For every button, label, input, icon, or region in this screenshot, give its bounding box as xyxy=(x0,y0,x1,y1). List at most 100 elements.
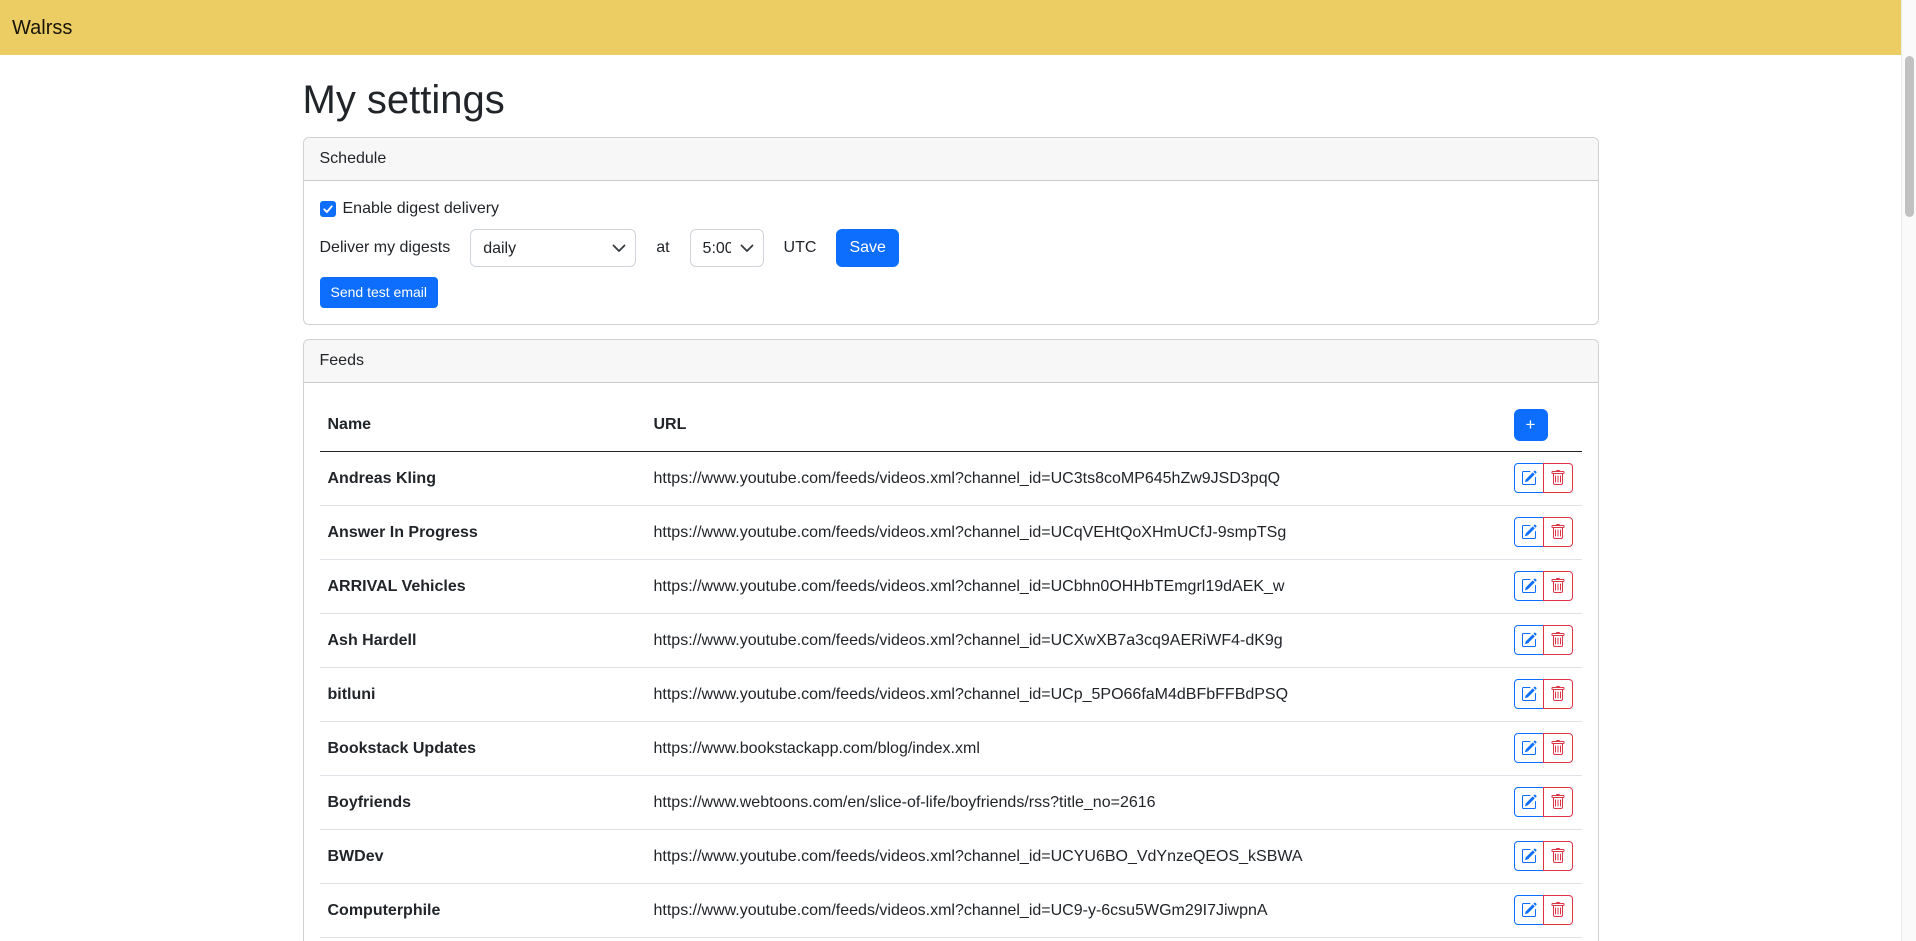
frequency-select[interactable]: daily xyxy=(470,229,636,267)
feed-name: Boyfriends xyxy=(320,776,646,830)
feed-name: Bookstack Updates xyxy=(320,722,646,776)
feed-url: https://www.youtube.com/feeds/videos.xml… xyxy=(646,452,1506,506)
timezone-label: UTC xyxy=(784,236,817,260)
page-title: My settings xyxy=(303,76,1599,124)
pencil-square-icon xyxy=(1521,902,1537,918)
time-select[interactable]: 5:00 xyxy=(690,229,764,267)
feed-action-group xyxy=(1514,625,1573,655)
feed-name: Fireship xyxy=(320,938,646,941)
trash-icon xyxy=(1550,578,1566,594)
edit-feed-button[interactable] xyxy=(1514,733,1544,763)
navbar-brand[interactable]: Walrss xyxy=(12,13,72,43)
pencil-square-icon xyxy=(1521,632,1537,648)
edit-feed-button[interactable] xyxy=(1514,571,1544,601)
feed-action-group xyxy=(1514,517,1573,547)
trash-icon xyxy=(1550,740,1566,756)
deliver-digests-label: Deliver my digests xyxy=(320,236,451,260)
feed-action-group xyxy=(1514,895,1573,925)
feed-name: Ash Hardell xyxy=(320,614,646,668)
delete-feed-button[interactable] xyxy=(1543,787,1573,817)
send-test-email-button[interactable]: Send test email xyxy=(320,277,439,308)
feed-row: Answer In Progress https://www.youtube.c… xyxy=(320,506,1582,560)
feeds-table-body: Andreas Kling https://www.youtube.com/fe… xyxy=(320,452,1582,941)
feed-url: https://www.webtoons.com/en/slice-of-lif… xyxy=(646,776,1506,830)
feed-name: Answer In Progress xyxy=(320,506,646,560)
feed-row: bitluni https://www.youtube.com/feeds/vi… xyxy=(320,668,1582,722)
scrollbar[interactable] xyxy=(1901,0,1916,941)
trash-icon xyxy=(1550,470,1566,486)
edit-feed-button[interactable] xyxy=(1514,463,1544,493)
delete-feed-button[interactable] xyxy=(1543,841,1573,871)
feed-row: Andreas Kling https://www.youtube.com/fe… xyxy=(320,452,1582,506)
trash-icon xyxy=(1550,794,1566,810)
trash-icon xyxy=(1550,632,1566,648)
delete-feed-button[interactable] xyxy=(1543,571,1573,601)
feed-action-group xyxy=(1514,733,1573,763)
time-select-wrap: 5:00 xyxy=(690,229,764,267)
feed-row: Boyfriends https://www.webtoons.com/en/s… xyxy=(320,776,1582,830)
feed-action-group xyxy=(1514,571,1573,601)
save-button[interactable]: Save xyxy=(836,229,898,267)
feed-actions xyxy=(1506,884,1582,938)
feed-url: https://www.youtube.com/feeds/videos.xml… xyxy=(646,884,1506,938)
pencil-square-icon xyxy=(1521,524,1537,540)
column-header-actions: + xyxy=(1506,399,1582,452)
column-header-name: Name xyxy=(320,399,646,452)
delete-feed-button[interactable] xyxy=(1543,625,1573,655)
feed-url: https://www.youtube.com/feeds/videos.xml… xyxy=(646,668,1506,722)
feed-actions xyxy=(1506,776,1582,830)
pencil-square-icon xyxy=(1521,578,1537,594)
enable-digest-row: Enable digest delivery xyxy=(320,197,1582,221)
feed-actions xyxy=(1506,560,1582,614)
delete-feed-button[interactable] xyxy=(1543,463,1573,493)
trash-icon xyxy=(1550,902,1566,918)
trash-icon xyxy=(1550,524,1566,540)
edit-feed-button[interactable] xyxy=(1514,679,1544,709)
feeds-card-body: Name URL + Andreas Kling https://www.you… xyxy=(304,383,1598,941)
feed-row: ARRIVAL Vehicles https://www.youtube.com… xyxy=(320,560,1582,614)
feed-actions xyxy=(1506,668,1582,722)
delete-feed-button[interactable] xyxy=(1543,679,1573,709)
feed-name: Andreas Kling xyxy=(320,452,646,506)
frequency-select-wrap: daily xyxy=(470,229,636,267)
edit-feed-button[interactable] xyxy=(1514,625,1544,655)
column-header-url: URL xyxy=(646,399,1506,452)
feed-actions xyxy=(1506,938,1582,941)
trash-icon xyxy=(1550,686,1566,702)
add-feed-button[interactable]: + xyxy=(1514,409,1548,441)
delete-feed-button[interactable] xyxy=(1543,517,1573,547)
pencil-square-icon xyxy=(1521,686,1537,702)
feed-actions xyxy=(1506,452,1582,506)
feed-action-group xyxy=(1514,841,1573,871)
edit-feed-button[interactable] xyxy=(1514,517,1544,547)
feed-name: ARRIVAL Vehicles xyxy=(320,560,646,614)
navbar: Walrss xyxy=(0,0,1901,55)
feed-name: bitluni xyxy=(320,668,646,722)
feed-name: BWDev xyxy=(320,830,646,884)
pencil-square-icon xyxy=(1521,740,1537,756)
feed-url: https://www.youtube.com/feeds/videos.xml… xyxy=(646,830,1506,884)
scrollbar-thumb[interactable] xyxy=(1905,56,1914,217)
feed-url: https://www.youtube.com/feeds/videos.xml… xyxy=(646,938,1506,941)
feed-row: Fireship https://www.youtube.com/feeds/v… xyxy=(320,938,1582,941)
enable-digest-label[interactable]: Enable digest delivery xyxy=(343,197,500,221)
feeds-table-header-row: Name URL + xyxy=(320,399,1582,452)
delete-feed-button[interactable] xyxy=(1543,895,1573,925)
edit-feed-button[interactable] xyxy=(1514,841,1544,871)
schedule-card-header: Schedule xyxy=(304,138,1598,181)
delete-feed-button[interactable] xyxy=(1543,733,1573,763)
feed-url: https://www.youtube.com/feeds/videos.xml… xyxy=(646,560,1506,614)
feeds-card: Feeds Name URL + Andreas Kling https://w xyxy=(303,339,1599,941)
delivery-schedule-row: Deliver my digests daily at 5:00 xyxy=(320,229,1582,267)
edit-feed-button[interactable] xyxy=(1514,895,1544,925)
pencil-square-icon xyxy=(1521,848,1537,864)
trash-icon xyxy=(1550,848,1566,864)
feed-row: Computerphile https://www.youtube.com/fe… xyxy=(320,884,1582,938)
edit-feed-button[interactable] xyxy=(1514,787,1544,817)
feed-action-group xyxy=(1514,679,1573,709)
feed-url: https://www.bookstackapp.com/blog/index.… xyxy=(646,722,1506,776)
feed-actions xyxy=(1506,722,1582,776)
enable-digest-checkbox[interactable] xyxy=(320,201,336,217)
feed-url: https://www.youtube.com/feeds/videos.xml… xyxy=(646,614,1506,668)
pencil-square-icon xyxy=(1521,794,1537,810)
